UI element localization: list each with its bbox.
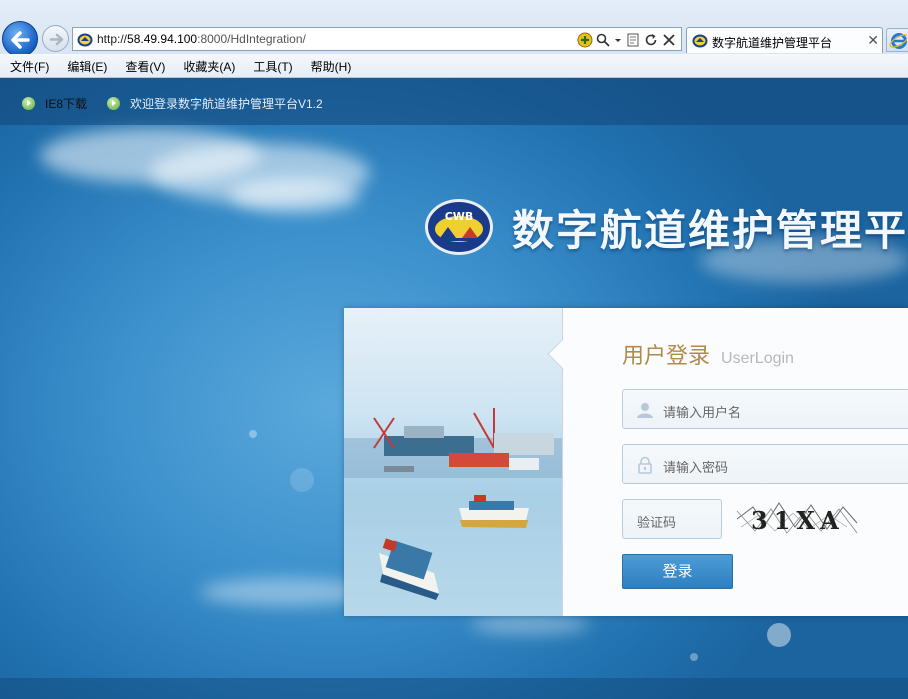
url-path: :8000/HdIntegration/ [197,32,306,46]
menu-view[interactable]: 查看(V) [115,54,173,77]
tab-title: 数字航道维护管理平台 [712,36,833,50]
bubble-decoration [690,653,698,661]
forward-button[interactable] [42,25,69,52]
port-scene-image [344,408,562,600]
captcha-placeholder: 验证码 [637,515,677,530]
site-favicon-icon [77,33,93,47]
stop-icon[interactable] [661,32,677,48]
refresh-icon[interactable] [643,32,659,48]
bubble-decoration [249,430,257,438]
url-host: 58.49.94.100 [127,32,198,46]
browser-tab[interactable]: 数字航道维护管理平台 ✕ [686,27,883,53]
cloud-decoration [230,178,360,213]
bubble-decoration [767,623,791,647]
compatibility-view-icon[interactable] [577,32,593,48]
browser-chrome: http://58.49.94.100:8000/HdIntegration/ [0,0,908,78]
captcha-field[interactable]: 验证码 [622,499,722,539]
password-placeholder: 请输入密码 [663,460,729,475]
address-bar-icons [577,31,677,49]
tab-close-icon[interactable]: ✕ [867,32,879,49]
port-ship-illustration [344,308,563,616]
logo-text: CWB [445,210,474,223]
back-arrow-icon [11,31,30,49]
login-heading: 用户登录 UserLogin [622,338,794,370]
login-button[interactable]: 登录 [622,554,733,589]
welcome-message: 欢迎登录数字航道维护管理平台V1.2 [107,95,323,111]
top-bar: IE8下载 欢迎登录数字航道维护管理平台V1.2 [0,78,908,125]
address-bar[interactable]: http://58.49.94.100:8000/HdIntegration/ [72,27,682,51]
menu-tools[interactable]: 工具(T) [243,54,300,77]
cwb-logo: CWB [425,199,493,255]
arrow-circle-icon [22,96,35,110]
user-icon [637,403,653,418]
back-button[interactable] [2,21,38,57]
platform-title: 数字航道维护管理平台 [512,205,908,255]
url-text[interactable]: http://58.49.94.100:8000/HdIntegration/ [97,32,306,46]
ie8-download-link[interactable]: IE8下载 [22,95,87,111]
footer-bar [0,678,908,699]
menu-bar: 文件(F) 编辑(E) 查看(V) 收藏夹(A) 工具(T) 帮助(H) [0,54,908,78]
menu-file[interactable]: 文件(F) [0,54,57,77]
ie-logo-icon [889,33,908,49]
login-panel: 用户登录 UserLogin 请输入用户名 请输入密码 验证码 31XA 登录 [344,308,908,616]
page-compat-icon[interactable] [625,32,641,48]
forward-arrow-icon [49,33,64,46]
menu-favorites[interactable]: 收藏夹(A) [173,54,243,77]
search-icon[interactable] [595,32,611,48]
username-field[interactable]: 请输入用户名 [622,389,908,429]
ie8-download-label: IE8下载 [45,96,88,111]
new-tab-button[interactable] [886,28,908,52]
arrow-circle-icon [107,96,120,110]
captcha-text: 31XA [751,506,845,535]
chevron-down-icon[interactable] [613,32,623,48]
login-title: 用户登录 [622,344,711,369]
cloud-decoration [470,613,590,635]
username-placeholder: 请输入用户名 [663,405,742,420]
browser-navbar: http://58.49.94.100:8000/HdIntegration/ [0,0,908,57]
bubble-decoration [290,468,314,492]
password-field[interactable]: 请输入密码 [622,444,908,484]
menu-edit[interactable]: 编辑(E) [57,54,115,77]
login-subtitle: UserLogin [721,350,794,367]
menu-help[interactable]: 帮助(H) [301,54,360,77]
lock-icon [638,456,652,474]
captcha-image[interactable]: 31XA [735,497,859,541]
url-scheme: http:// [97,32,128,46]
brand-header: CWB 数字航道维护管理平台 [424,197,908,257]
welcome-text: 欢迎登录数字航道维护管理平台V1.2 [130,96,323,111]
tab-favicon-icon [692,34,708,48]
page-viewport: IE8下载 欢迎登录数字航道维护管理平台V1.2 CWB 数字航道维护管理平台 [0,78,908,699]
